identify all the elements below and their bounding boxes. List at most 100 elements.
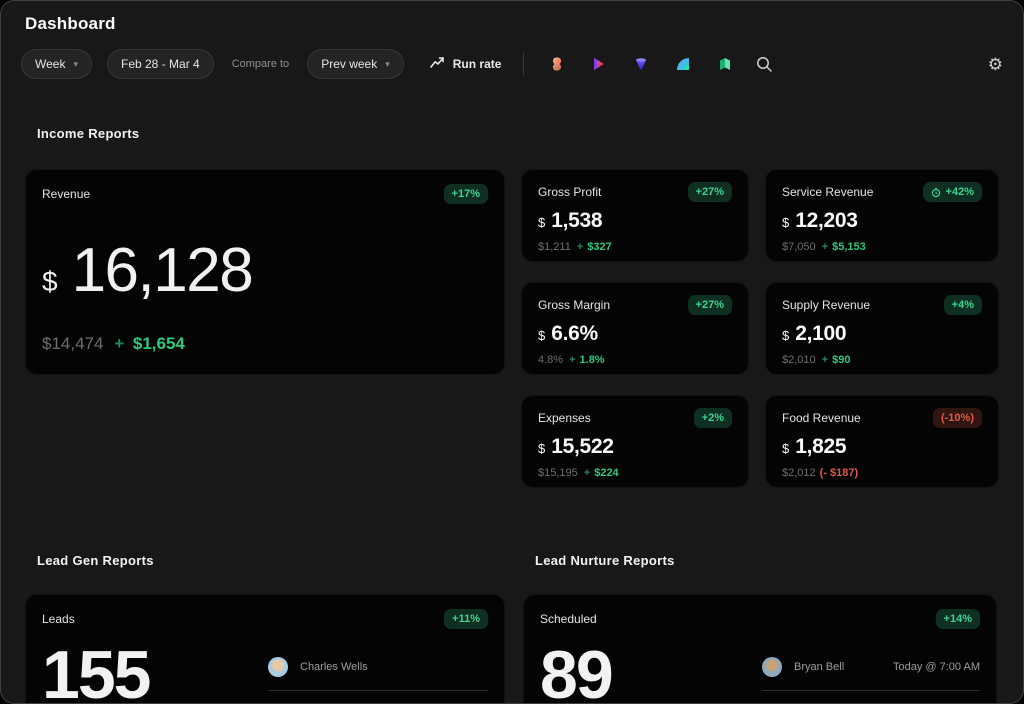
dashboard-window: Dashboard Week ▾ Feb 28 - Mar 4 Compare …	[0, 0, 1024, 704]
stat-amount: 6.6%	[551, 322, 598, 346]
scheduled-card[interactable]: Scheduled +14% 89 Bryan Bell Today @ 7:0…	[523, 594, 997, 704]
card-label: Gross Margin	[538, 295, 610, 312]
stat-amount: 15,522	[551, 435, 613, 459]
income-reports-section: Income Reports Revenue +17% $ 16,128 $14…	[25, 126, 999, 488]
lead-person-row[interactable]: Charles Wells	[268, 657, 488, 691]
income-reports-heading: Income Reports	[37, 126, 999, 141]
currency-symbol: $	[538, 328, 545, 343]
coral-blob-icon[interactable]	[548, 55, 566, 73]
income-grid: Revenue +17% $ 16,128 $14,474 + $1,654 G…	[25, 169, 999, 488]
card-label: Gross Profit	[538, 182, 601, 199]
previous-value: $15,195	[538, 467, 578, 479]
scheduled-count: 89	[540, 643, 612, 704]
revenue-card[interactable]: Revenue +17% $ 16,128 $14,474 + $1,654	[25, 169, 505, 375]
card-label: Expenses	[538, 408, 591, 425]
previous-value: $2,010	[782, 354, 816, 366]
avatar	[762, 657, 782, 677]
delta-value: $90	[832, 354, 850, 366]
card-label: Supply Revenue	[782, 295, 870, 312]
gross-profit-card[interactable]: Gross Profit +27% $1,538 $1,211+$327	[521, 169, 749, 262]
expenses-card[interactable]: Expenses +2% $15,522 $15,195 + $224	[521, 395, 749, 488]
currency-symbol: $	[782, 441, 789, 456]
change-badge: +17%	[444, 184, 488, 204]
delta-sign: +	[569, 354, 575, 366]
supply-revenue-card[interactable]: Supply Revenue +4% $2,100 $2,010+$90	[765, 282, 999, 375]
previous-value: $7,050	[782, 241, 816, 253]
change-badge: +27%	[688, 295, 732, 315]
page-title: Dashboard	[25, 14, 116, 34]
stat-amount: 1,538	[551, 209, 602, 233]
change-badge: +14%	[936, 609, 980, 629]
wave-quarter-icon[interactable]	[674, 55, 692, 73]
previous-value: $2,012	[782, 467, 816, 479]
card-label: Scheduled	[540, 609, 597, 626]
run-rate-toggle[interactable]: Run rate	[430, 56, 502, 72]
toolbar: Week ▾ Feb 28 - Mar 4 Compare to Prev we…	[21, 48, 1003, 80]
date-range-button[interactable]: Feb 28 - Mar 4	[107, 49, 214, 79]
scheduled-time: Today @ 7:00 AM	[893, 661, 980, 673]
card-label: Food Revenue	[782, 408, 861, 425]
prism-arrow-icon[interactable]	[590, 55, 608, 73]
currency-symbol: $	[782, 328, 789, 343]
delta-value: $1,654	[133, 334, 185, 353]
card-label: Revenue	[42, 184, 90, 201]
compare-selector[interactable]: Prev week ▾	[307, 49, 404, 79]
delta-value: 1.8%	[580, 354, 605, 366]
scheduled-person-row[interactable]: Bryan Bell Today @ 7:00 AM	[762, 657, 980, 691]
delta-sign: +	[114, 334, 124, 353]
change-badge: +42%	[923, 182, 982, 202]
lead-sections: Lead Gen Reports Leads +11% 155 Charles …	[25, 553, 999, 704]
run-rate-label: Run rate	[453, 57, 502, 71]
lead-nurture-heading: Lead Nurture Reports	[535, 553, 997, 568]
currency-symbol: $	[782, 215, 789, 230]
search-icon[interactable]	[756, 56, 773, 73]
app-shortcut-icons	[548, 55, 734, 73]
currency-symbol: $	[42, 266, 58, 298]
card-label: Leads	[42, 609, 75, 626]
badge-text: +42%	[946, 186, 974, 198]
stat-amount: 2,100	[795, 322, 846, 346]
delta-value: (- $187)	[820, 467, 859, 479]
leads-card[interactable]: Leads +11% 155 Charles Wells	[25, 594, 505, 704]
revenue-value: $ 16,128	[42, 240, 488, 302]
lead-nurture-section: Lead Nurture Reports Scheduled +14% 89 B…	[523, 553, 997, 704]
date-range-value: Feb 28 - Mar 4	[121, 57, 200, 71]
gross-margin-card[interactable]: Gross Margin +27% $6.6% 4.8% +1.8%	[521, 282, 749, 375]
revenue-comparison: $14,474 + $1,654	[42, 334, 488, 354]
change-badge: +27%	[688, 182, 732, 202]
person-name: Bryan Bell	[794, 661, 844, 673]
period-selector-value: Week	[35, 57, 65, 71]
delta-value: $224	[594, 467, 618, 479]
card-label: Service Revenue	[782, 182, 873, 199]
compare-selector-value: Prev week	[321, 57, 377, 71]
compare-to-label: Compare to	[232, 58, 289, 70]
person-name: Charles Wells	[300, 661, 368, 673]
change-badge: +4%	[944, 295, 982, 315]
toolbar-divider	[523, 53, 524, 75]
previous-value: 4.8%	[538, 354, 563, 366]
change-badge: +2%	[694, 408, 732, 428]
service-revenue-card[interactable]: Service Revenue +42% $12,203 $7,05	[765, 169, 999, 262]
chevron-down-icon: ▾	[73, 60, 78, 69]
delta-value: $327	[587, 241, 611, 253]
stopwatch-icon	[931, 187, 941, 198]
lead-gen-section: Lead Gen Reports Leads +11% 155 Charles …	[25, 553, 505, 704]
change-badge: (-10%)	[933, 408, 982, 428]
stat-amount: 12,203	[795, 209, 857, 233]
food-revenue-card[interactable]: Food Revenue (-10%) $1,825 $2,012 (- $187…	[765, 395, 999, 488]
stat-amount: 1,825	[795, 435, 846, 459]
period-selector[interactable]: Week ▾	[21, 49, 92, 79]
avatar	[268, 657, 288, 677]
previous-value: $14,474	[42, 334, 103, 353]
funnel-cone-icon[interactable]	[632, 55, 650, 73]
flag-chart-icon[interactable]	[716, 55, 734, 73]
leads-count: 155	[42, 643, 149, 704]
delta-sign: +	[584, 467, 590, 479]
settings-gear-icon[interactable]: ⚙	[988, 56, 1003, 73]
change-badge: +11%	[444, 609, 488, 629]
delta-sign: +	[822, 241, 828, 253]
delta-sign: +	[577, 241, 583, 253]
lead-gen-heading: Lead Gen Reports	[37, 553, 505, 568]
revenue-amount: 16,128	[72, 240, 253, 302]
currency-symbol: $	[538, 441, 545, 456]
